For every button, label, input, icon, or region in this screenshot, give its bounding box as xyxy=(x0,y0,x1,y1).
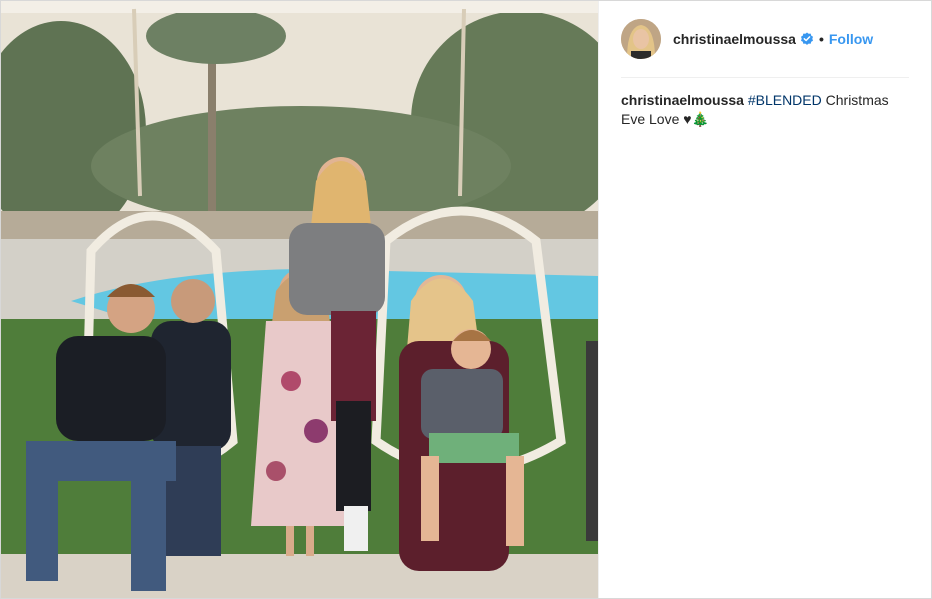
caption-username-link[interactable]: christinaelmoussa xyxy=(621,92,744,108)
post-header: christinaelmoussa • Follow xyxy=(621,1,909,78)
family-photo-illustration xyxy=(1,1,598,598)
post-photo[interactable] xyxy=(1,1,599,598)
post-side-panel: christinaelmoussa • Follow christinaelmo… xyxy=(599,1,931,598)
separator-dot: • xyxy=(818,31,824,47)
profile-photo xyxy=(621,19,661,59)
follow-button[interactable]: Follow xyxy=(829,31,873,47)
hashtag-link[interactable]: #BLENDED xyxy=(748,92,822,108)
instagram-post: christinaelmoussa • Follow christinaelmo… xyxy=(0,0,932,599)
username-link[interactable]: christinaelmoussa xyxy=(673,31,796,47)
verified-badge-icon xyxy=(800,32,814,46)
avatar[interactable] xyxy=(621,19,661,59)
post-caption: christinaelmoussa #BLENDED Christmas Eve… xyxy=(621,91,906,129)
